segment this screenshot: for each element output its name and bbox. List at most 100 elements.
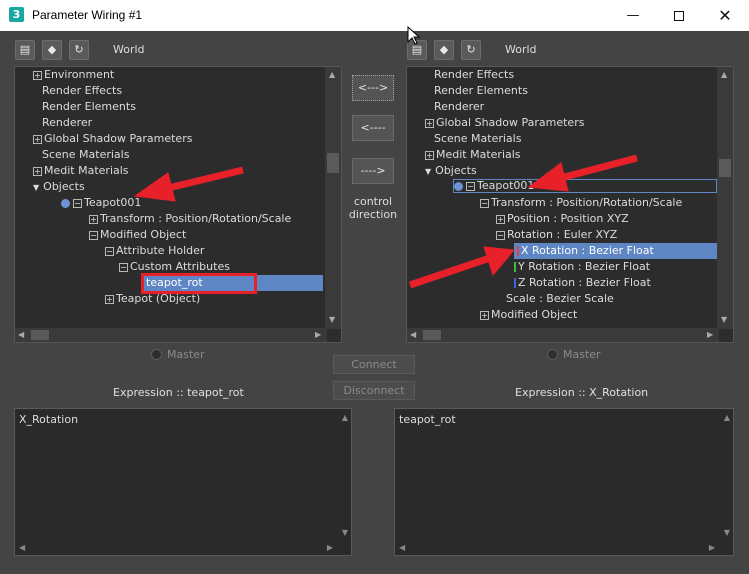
tree-item[interactable]: + Global Shadow Parameters (33, 131, 192, 147)
expand-icon[interactable]: + (425, 118, 434, 128)
refresh-icon[interactable]: ↻ (69, 40, 89, 60)
expand-icon[interactable]: + (89, 214, 98, 224)
scrollbar-thumb[interactable] (327, 153, 339, 173)
master-label-right: Master (563, 348, 601, 361)
collapse-arrow-icon[interactable]: ▼ (425, 167, 431, 176)
scroll-up-icon[interactable]: ▲ (329, 70, 335, 79)
tree-item[interactable]: Render Elements (434, 83, 528, 99)
tree-item[interactable]: + Medit Materials (425, 147, 521, 163)
tree-item[interactable]: + Position : Position XYZ (496, 211, 629, 227)
scroll-right-icon[interactable]: ▶ (707, 330, 713, 339)
right-direction-button[interactable]: ----> (352, 158, 394, 184)
tree-item[interactable]: + Modified Object (480, 307, 577, 323)
horizontal-scrollbar[interactable]: ◀ ▶ (407, 328, 719, 342)
tree-item[interactable]: Render Elements (42, 99, 136, 115)
find-icon[interactable]: ◆ (42, 40, 62, 60)
collapse-arrow-icon[interactable]: ▼ (33, 183, 39, 192)
tree-item[interactable]: − Teapot001 (61, 195, 141, 211)
tree-item[interactable]: + Environment (33, 67, 114, 83)
master-radio-right[interactable] (547, 349, 558, 360)
expand-icon[interactable]: + (496, 214, 505, 224)
node-dot-icon (454, 181, 463, 191)
refresh-icon[interactable]: ↻ (461, 40, 481, 60)
expression-editor-left[interactable]: X_Rotation ▲ ▼ ◀ ▶ (14, 408, 352, 556)
scroll-left-icon[interactable]: ◀ (19, 543, 25, 552)
tree-item[interactable]: Scale : Bezier Scale (506, 291, 614, 307)
app-icon: 3 (9, 7, 24, 22)
close-button[interactable]: ✕ (702, 0, 748, 31)
tree-item[interactable]: − Transform : Position/Rotation/Scale (480, 195, 682, 211)
scroll-up-icon[interactable]: ▲ (342, 413, 348, 422)
disconnect-button[interactable]: Disconnect (333, 381, 415, 400)
scroll-right-icon[interactable]: ▶ (327, 543, 333, 552)
connect-button[interactable]: Connect (333, 355, 415, 374)
tree-item[interactable]: − Attribute Holder (105, 243, 204, 259)
tree-item[interactable]: + Transform : Position/Rotation/Scale (89, 211, 291, 227)
tree-item[interactable]: Render Effects (42, 83, 122, 99)
tree-item[interactable]: + Teapot (Object) (105, 291, 200, 307)
tree-item[interactable]: + Global Shadow Parameters (425, 115, 584, 131)
tree-item[interactable]: + Medit Materials (33, 163, 129, 179)
collapse-icon[interactable]: − (466, 181, 475, 191)
left-tree-view[interactable]: + Environment Render Effects Render Eleme… (14, 66, 342, 343)
master-radio-left[interactable] (151, 349, 162, 360)
expression-text: teapot_rot (399, 413, 456, 426)
tree-item[interactable]: − Rotation : Euler XYZ (496, 227, 617, 243)
collapse-icon[interactable]: − (73, 198, 82, 208)
scrollbar-thumb[interactable] (31, 330, 49, 340)
tree-view-icon[interactable]: ▤ (15, 40, 35, 60)
scroll-right-icon[interactable]: ▶ (315, 330, 321, 339)
scroll-right-icon[interactable]: ▶ (709, 543, 715, 552)
collapse-icon[interactable]: − (480, 198, 489, 208)
tree-item[interactable]: ▼ Objects (425, 163, 477, 179)
vertical-scrollbar[interactable]: ▲ ▼ (325, 67, 341, 329)
tree-item[interactable]: Render Effects (434, 67, 514, 83)
control-direction-label: control direction (348, 195, 398, 221)
expand-icon[interactable]: + (105, 294, 114, 304)
scroll-down-icon[interactable]: ▼ (329, 315, 335, 324)
world-label-right: World (505, 43, 537, 56)
expression-editor-right[interactable]: teapot_rot ▲ ▼ ◀ ▶ (394, 408, 734, 556)
right-tree-view[interactable]: Render Effects Render Elements Renderer … (406, 66, 734, 343)
scroll-left-icon[interactable]: ◀ (18, 330, 24, 339)
collapse-icon[interactable]: − (119, 262, 128, 272)
scroll-down-icon[interactable]: ▼ (721, 315, 727, 324)
expand-icon[interactable]: + (480, 310, 489, 320)
world-label-left: World (113, 43, 145, 56)
collapse-icon[interactable]: − (105, 246, 114, 256)
tree-item[interactable]: Renderer (434, 99, 484, 115)
tree-item[interactable]: Renderer (42, 115, 92, 131)
collapse-icon[interactable]: − (89, 230, 98, 240)
minimize-button[interactable]: — (610, 0, 656, 31)
expand-icon[interactable]: + (33, 134, 42, 144)
tree-item-selected[interactable]: X Rotation : Bezier Float (514, 243, 717, 259)
left-direction-button[interactable]: <---- (352, 115, 394, 141)
tree-item[interactable]: Y Rotation : Bezier Float (514, 259, 650, 275)
tree-item-focused[interactable]: − Teapot001 (453, 179, 717, 193)
tree-item[interactable]: Scene Materials (434, 131, 521, 147)
expand-icon[interactable]: + (33, 166, 42, 176)
scroll-left-icon[interactable]: ◀ (410, 330, 416, 339)
tree-view-icon[interactable]: ▤ (407, 40, 427, 60)
scrollbar-thumb[interactable] (719, 159, 731, 177)
collapse-icon[interactable]: − (496, 230, 505, 240)
tree-item[interactable]: Scene Materials (42, 147, 129, 163)
find-icon[interactable]: ◆ (434, 40, 454, 60)
tree-item[interactable]: − Modified Object (89, 227, 186, 243)
vertical-scrollbar[interactable]: ▲ ▼ (717, 67, 733, 329)
tree-item[interactable]: ▼ Objects (33, 179, 85, 195)
horizontal-scrollbar[interactable]: ◀ ▶ (15, 328, 327, 342)
master-label-left: Master (167, 348, 205, 361)
bidirectional-button[interactable]: <---> (352, 75, 394, 101)
window-title: Parameter Wiring #1 (32, 8, 143, 22)
scrollbar-thumb[interactable] (423, 330, 441, 340)
scroll-left-icon[interactable]: ◀ (399, 543, 405, 552)
scroll-up-icon[interactable]: ▲ (721, 70, 727, 79)
scroll-up-icon[interactable]: ▲ (724, 413, 730, 422)
maximize-button[interactable] (656, 0, 702, 31)
expand-icon[interactable]: + (33, 70, 42, 80)
scroll-down-icon[interactable]: ▼ (724, 528, 730, 537)
expand-icon[interactable]: + (425, 150, 434, 160)
scroll-down-icon[interactable]: ▼ (342, 528, 348, 537)
tree-item[interactable]: Z Rotation : Bezier Float (514, 275, 651, 291)
